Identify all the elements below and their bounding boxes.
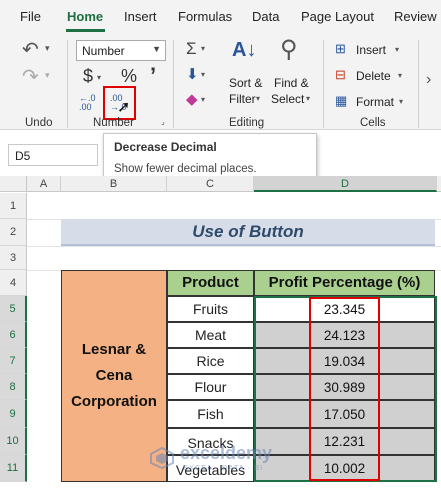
undo-dropdown-icon[interactable]: ▾ <box>45 44 50 53</box>
sheet-title: Use of Button <box>192 222 304 241</box>
row-header-10[interactable]: 10 <box>0 428 27 455</box>
row-header-3[interactable]: 3 <box>0 246 27 270</box>
chevron-down-icon[interactable]: ▾ <box>256 95 260 103</box>
clear-dropdown-icon[interactable]: ▾ <box>201 96 205 104</box>
tab-insert[interactable]: Insert <box>124 9 157 24</box>
grid-line <box>27 246 441 247</box>
comma-style-icon[interactable]: ’ <box>150 65 156 87</box>
ribbon: ↶ ▾ ↷ ▾ Undo Number ▼ $ ▾ % ’ ←.0.00 .00… <box>0 34 441 130</box>
redo-dropdown-icon[interactable]: ▾ <box>45 71 50 80</box>
tab-file[interactable]: File <box>20 9 41 24</box>
number-format-value: Number <box>82 44 125 58</box>
values-highlight <box>309 297 380 481</box>
number-group-label: Number <box>93 117 134 129</box>
column-header-c[interactable]: C <box>167 176 254 192</box>
dialog-launcher-icon[interactable]: ⌟ <box>161 118 165 126</box>
delete-cells-icon[interactable]: ⊟ <box>335 68 346 81</box>
sheet-title-cell[interactable]: Use of Button <box>61 219 435 246</box>
tooltip-title: Decrease Decimal <box>114 140 217 154</box>
product-cell[interactable]: Flour <box>167 374 254 400</box>
header-profit[interactable]: Profit Percentage (%) <box>254 270 435 296</box>
row-header-7[interactable]: 7 <box>0 348 27 374</box>
menu-bar: File Home Insert Formulas Data Page Layo… <box>0 0 441 34</box>
decrease-decimal-highlight <box>103 86 136 120</box>
column-header-b[interactable]: B <box>61 176 167 192</box>
redo-icon[interactable]: ↷ <box>22 67 39 87</box>
row-header-8[interactable]: 8 <box>0 374 27 400</box>
separator <box>418 40 419 128</box>
row-header-5[interactable]: 5 <box>0 296 27 322</box>
find-select-label2[interactable]: Select <box>271 92 304 106</box>
currency-icon[interactable]: $ <box>83 67 93 85</box>
header-product[interactable]: Product <box>167 270 254 296</box>
search-icon[interactable]: ⚲ <box>280 38 298 62</box>
insert-label[interactable]: Insert <box>356 43 386 57</box>
tab-home[interactable]: Home <box>67 9 103 24</box>
sort-filter-icon[interactable]: A↓ <box>232 40 256 60</box>
column-header-a[interactable]: A <box>27 176 61 192</box>
product-cell[interactable]: Fruits <box>167 296 254 322</box>
company-name: Lesnar & Cena Corporation <box>71 341 157 410</box>
undo-group-label: Undo <box>25 117 53 129</box>
separator <box>323 40 324 128</box>
insert-cells-icon[interactable]: ⊞ <box>335 42 346 55</box>
row-header-1[interactable]: 1 <box>0 193 27 219</box>
separator <box>173 40 174 128</box>
column-header-row: A B C D <box>0 176 441 192</box>
watermark-sub: EXCEL · DATA · BI <box>183 463 264 472</box>
increase-decimal-icon[interactable]: ←.0.00 <box>79 94 99 112</box>
autosum-icon[interactable]: Σ <box>186 40 197 57</box>
tooltip-description: Show fewer decimal places. <box>114 163 257 175</box>
active-tab-indicator <box>66 29 105 32</box>
product-cell[interactable]: Rice <box>167 348 254 374</box>
column-header-d[interactable]: D <box>254 176 437 192</box>
editing-group-label: Editing <box>229 117 265 129</box>
delete-label[interactable]: Delete <box>356 69 391 83</box>
chevron-down-icon[interactable]: ▾ <box>398 72 402 80</box>
row-header-9[interactable]: 9 <box>0 400 27 428</box>
row-header-4[interactable]: 4 <box>0 270 27 296</box>
autosum-dropdown-icon[interactable]: ▾ <box>201 45 205 53</box>
tab-data[interactable]: Data <box>252 9 279 24</box>
row-header-6[interactable]: 6 <box>0 322 27 348</box>
name-box[interactable]: D5 <box>8 144 98 166</box>
tab-formulas[interactable]: Formulas <box>178 9 232 24</box>
chevron-down-icon: ▼ <box>152 44 161 54</box>
format-cells-icon[interactable]: ▦ <box>335 94 347 107</box>
watermark-name: exceldemy <box>180 443 273 463</box>
chevron-down-icon[interactable]: ▾ <box>306 95 310 103</box>
chevron-right-icon[interactable]: › <box>426 72 431 88</box>
name-box-value: D5 <box>15 149 31 163</box>
row-header-11[interactable]: 11 <box>0 455 27 482</box>
fill-icon[interactable]: ⬇ <box>186 67 199 82</box>
sort-filter-label2[interactable]: Filter <box>229 92 256 106</box>
exceldemy-logo-icon <box>150 447 174 469</box>
chevron-down-icon[interactable]: ▾ <box>399 98 403 106</box>
currency-dropdown-icon[interactable]: ▾ <box>97 74 101 82</box>
watermark: exceldemy EXCEL · DATA · BI <box>150 443 300 477</box>
clear-icon[interactable]: ◆ <box>186 92 198 107</box>
row-header-2[interactable]: 2 <box>0 219 27 246</box>
percent-icon[interactable]: % <box>121 67 137 85</box>
cells-group-label: Cells <box>360 117 386 129</box>
product-cell[interactable]: Meat <box>167 322 254 348</box>
undo-icon[interactable]: ↶ <box>22 40 39 60</box>
tab-review[interactable]: Review <box>394 9 437 24</box>
number-format-select[interactable]: Number ▼ <box>76 40 166 61</box>
format-label[interactable]: Format <box>356 95 394 109</box>
select-all-corner[interactable] <box>0 176 27 192</box>
fill-dropdown-icon[interactable]: ▾ <box>201 71 205 79</box>
product-cell[interactable]: Fish <box>167 400 254 428</box>
sort-filter-label[interactable]: Sort & <box>229 76 262 90</box>
chevron-down-icon[interactable]: ▾ <box>395 46 399 54</box>
separator <box>67 40 68 128</box>
tab-page-layout[interactable]: Page Layout <box>301 9 374 24</box>
find-select-label[interactable]: Find & <box>274 76 309 90</box>
